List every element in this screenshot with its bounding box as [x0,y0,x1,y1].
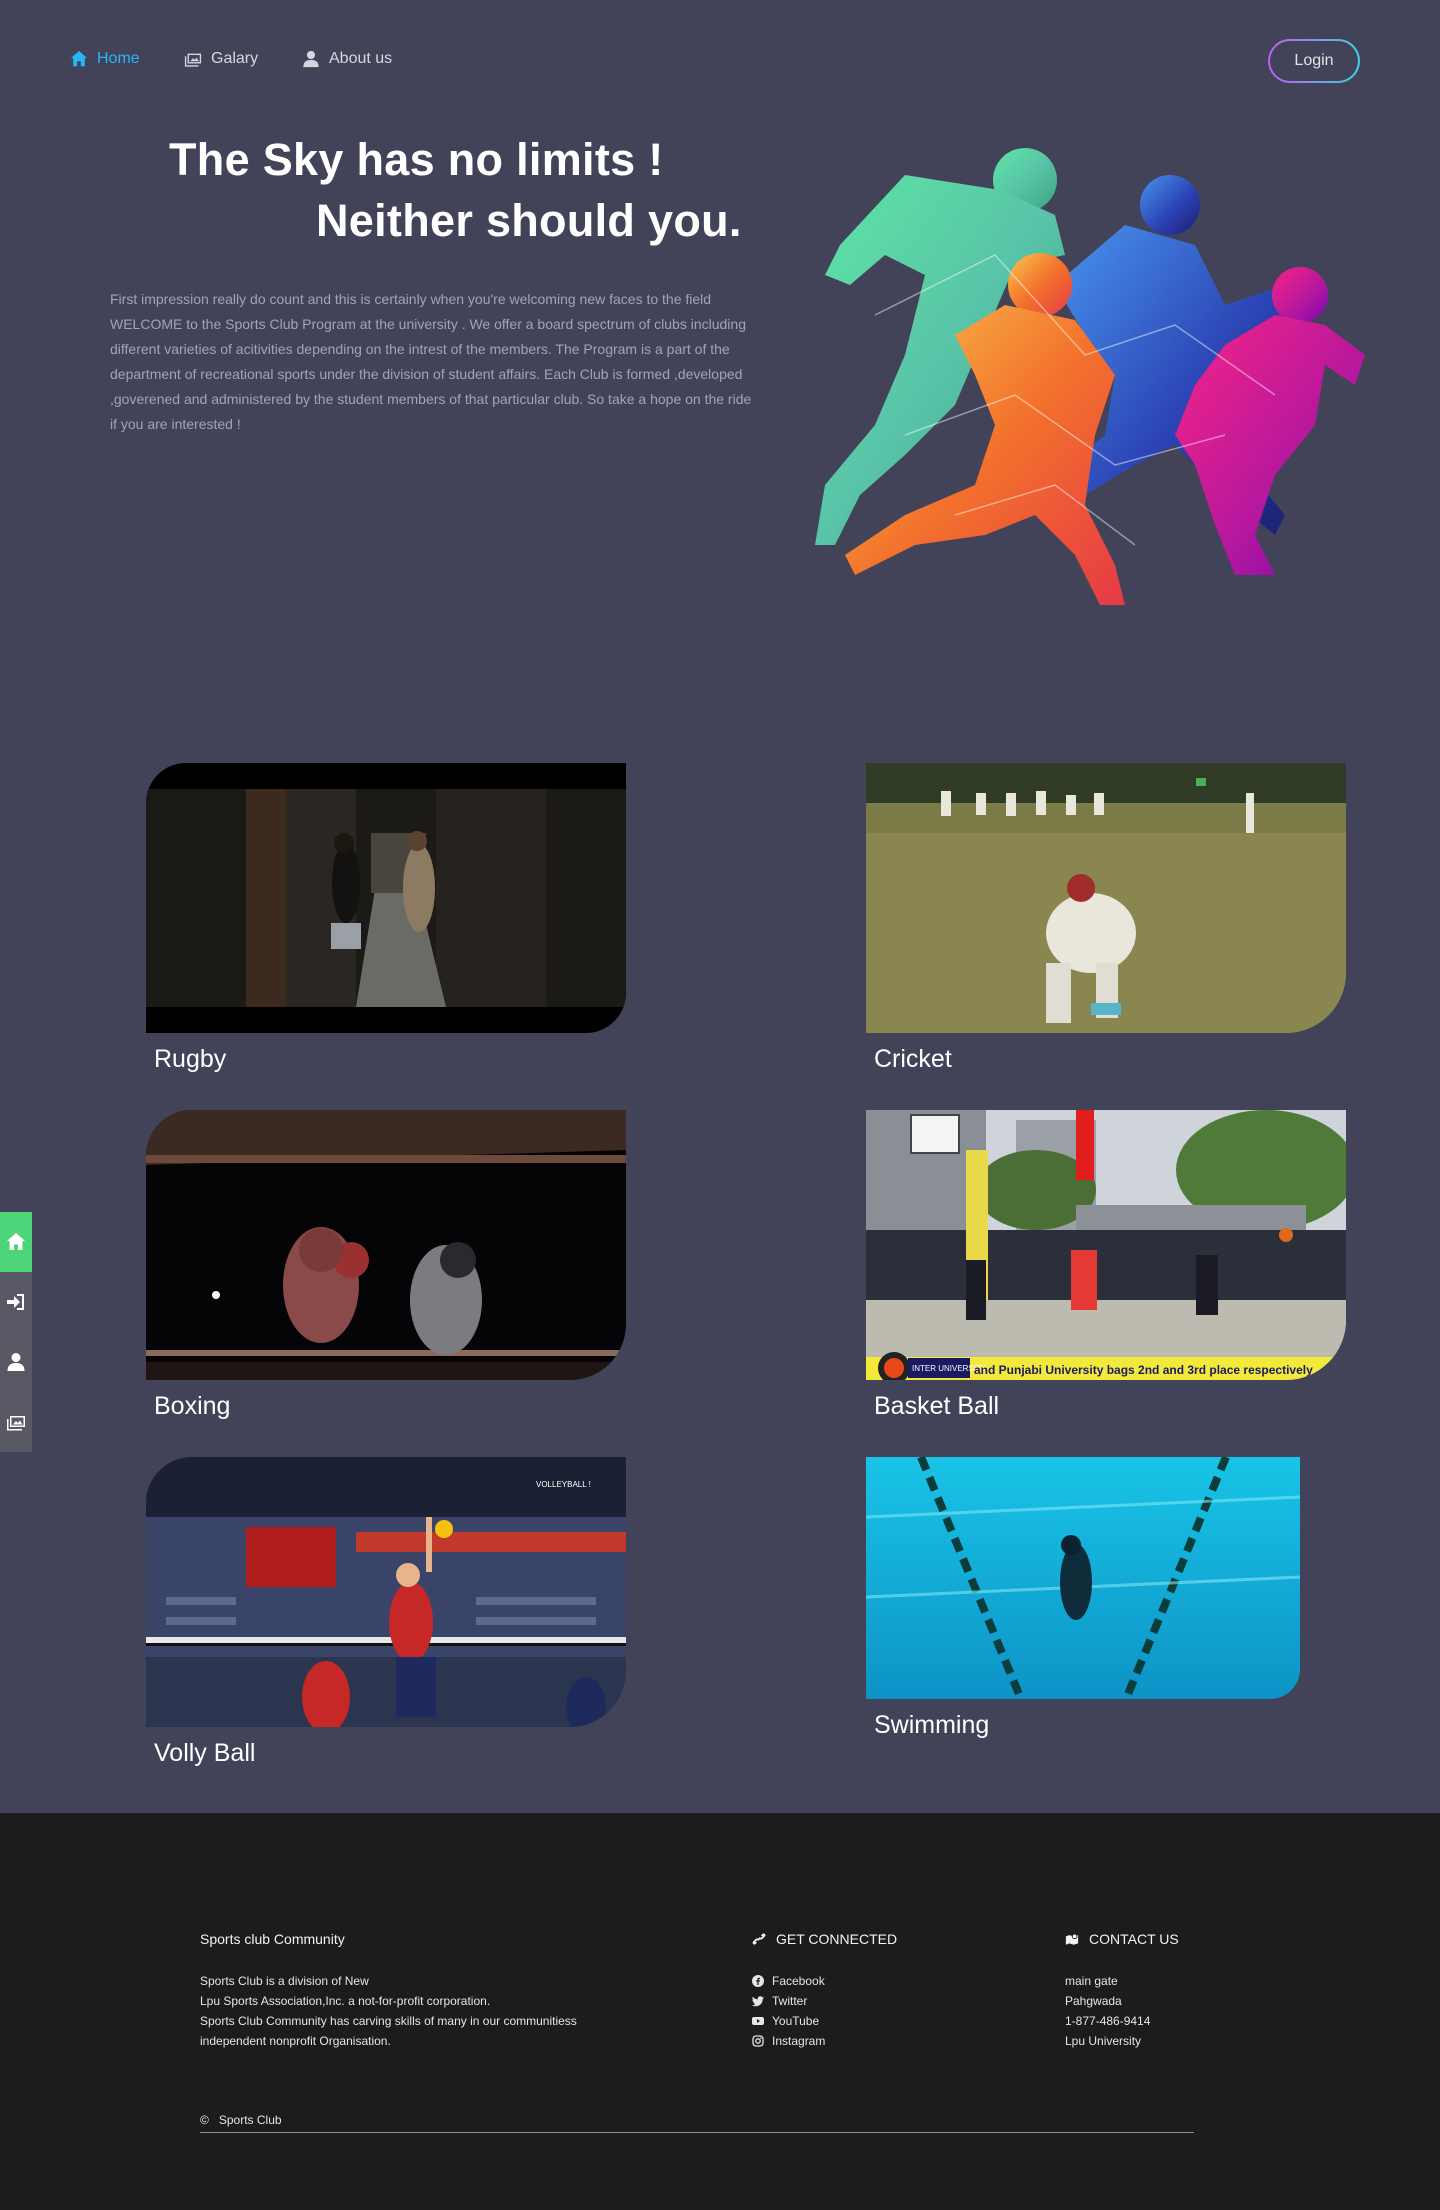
footer-instagram-link[interactable]: Instagram [752,2034,825,2048]
footer-twitter-label: Twitter [772,1994,808,2008]
footer-instagram-label: Instagram [772,2034,826,2048]
footer-community-title-text: Sports club Community [200,1931,345,1947]
volleyball-video[interactable]: VOLLEYBALL ! [146,1457,626,1727]
link-icon [752,1933,766,1945]
home-icon [70,50,88,67]
basketball-image[interactable]: INTER UNIVERSITY and Punjabi University … [866,1110,1346,1380]
footer-connect-title: GET CONNECTED [752,1931,897,1947]
footer-twitter-link[interactable]: Twitter [752,1994,807,2008]
nav-home-label: Home [97,50,140,67]
sport-label-cricket: Cricket [874,1045,952,1073]
sport-card-rugby[interactable]: Rugby [146,763,626,1074]
footer-copyright-text: Sports Club [218,2113,282,2127]
banner-text: and Punjabi University bags 2nd and 3rd … [974,1363,1313,1377]
footer-connect-title-text: GET CONNECTED [776,1931,898,1947]
sport-card-basketball[interactable]: INTER UNIVERSITY and Punjabi University … [866,1110,1346,1421]
hero-title-line1: The Sky has no limits ! [169,134,664,185]
side-dock [0,1212,32,1452]
footer-divider [200,2132,1194,2133]
footer-community-line: Lpu Sports Association,Inc. a not-for-pr… [200,1994,491,2008]
twitter-icon [752,1996,764,2007]
sport-card-boxing[interactable]: Boxing [146,1110,626,1421]
hero-title-line2: Neither should you. [316,195,742,246]
footer-contact-line: Pahgwada [1065,1994,1122,2008]
footer-community-line: independent nonprofit Organisation. [200,2034,391,2048]
footer-youtube-link[interactable]: YouTube [752,2014,819,2028]
footer-contact-title-text: CONTACT US [1089,1931,1179,1947]
dock-user-button[interactable] [0,1332,32,1392]
footer-youtube-label: YouTube [772,2014,820,2028]
cricket-image[interactable] [866,763,1346,1033]
nav-gallery-link[interactable]: Galary [184,50,258,68]
footer-contact-line: main gate [1065,1974,1118,1988]
nav-about-link[interactable]: About us [302,50,392,68]
facebook-icon [752,1975,764,1987]
dock-home-button[interactable] [0,1212,32,1272]
swimming-image[interactable] [866,1457,1300,1699]
user-icon [7,1353,25,1371]
dock-login-button[interactable] [0,1272,32,1332]
sport-card-volleyball[interactable]: VOLLEYBALL ! Volly Ball [146,1457,626,1768]
footer-copyright: © Sports Club [200,2113,282,2127]
sport-label-rugby: Rugby [154,1045,227,1073]
footer-community-title: Sports club Community [200,1931,345,1947]
sport-label-swimming: Swimming [874,1711,990,1739]
nav-gallery-label: Galary [211,50,259,67]
footer-contact-title: CONTACT US [1065,1931,1179,1947]
boxing-video[interactable] [146,1110,626,1380]
footer-community-line: Sports Club is a division of New [200,1974,369,1988]
sport-label-boxing: Boxing [154,1392,231,1420]
login-button[interactable]: Login [1268,39,1360,83]
footer-contact-line: 1-877-486-9414 [1065,2014,1151,2028]
footer-community-line: Sports Club Community has carving skills… [200,2014,577,2028]
footer-facebook-label: Facebook [772,1974,825,1988]
gallery-icon [184,53,202,67]
runners-illustration [815,148,1365,605]
nav-home-link[interactable]: Home [70,50,140,68]
copyright-icon: © [200,2113,209,2127]
sport-card-swimming[interactable]: Swimming [866,1457,1300,1740]
nav-about-label: About us [329,50,393,67]
instagram-icon [752,2035,764,2047]
footer-contact-line: Lpu University [1065,2034,1142,2048]
video-overlay-text: VOLLEYBALL ! [536,1480,591,1489]
dock-gallery-button[interactable] [0,1392,32,1452]
map-marker-icon [1065,1933,1079,1945]
top-navigation: Home Galary About us Login [0,0,1440,124]
sport-label-volleyball: Volly Ball [154,1739,256,1767]
youtube-icon [752,2017,764,2025]
site-footer [0,1813,1440,2210]
sport-card-cricket[interactable]: Cricket [866,763,1346,1074]
rugby-video[interactable] [146,763,626,1033]
login-icon [7,1294,24,1310]
hero-paragraph: First impression really do count and thi… [110,291,752,432]
footer-facebook-link[interactable]: Facebook [752,1974,825,1988]
user-icon [303,50,319,68]
sport-label-basketball: Basket Ball [874,1392,1000,1420]
home-icon [7,1233,25,1250]
gallery-icon [7,1416,25,1431]
